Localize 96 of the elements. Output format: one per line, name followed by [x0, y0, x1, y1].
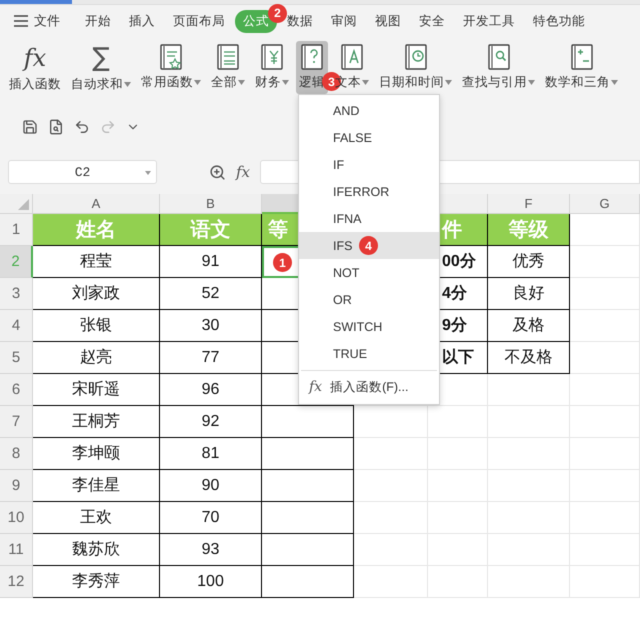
- triangle-icon: [18, 199, 29, 210]
- table-cell: 程莹: [33, 246, 160, 278]
- table-cell: 李秀萍: [33, 566, 160, 598]
- function-icon: fx: [24, 44, 46, 72]
- function-label[interactable]: fx: [236, 163, 250, 181]
- ribbon-tab[interactable]: 开始: [77, 10, 119, 32]
- row-header[interactable]: 12: [0, 566, 33, 598]
- menu-item[interactable]: 插入函数(F)...: [330, 378, 408, 396]
- book-icon: [341, 44, 363, 70]
- header-cell: 等级: [488, 214, 570, 246]
- table-cell: 张银: [33, 310, 160, 342]
- book-icon: [160, 44, 182, 70]
- table-cell: 70: [160, 502, 262, 534]
- ribbon-button[interactable]: ∑ 自动求和: [68, 41, 134, 96]
- table-cell: 100: [160, 566, 262, 598]
- ribbon-button[interactable]: 查找与引用: [459, 41, 538, 94]
- row-header[interactable]: 7: [0, 406, 33, 438]
- column-header[interactable]: B: [160, 194, 262, 214]
- caret-icon: [445, 80, 452, 85]
- ribbon-button[interactable]: 财务: [252, 41, 292, 94]
- caret-icon: [194, 80, 201, 85]
- table-cell: 李坤颐: [33, 438, 160, 470]
- table-cell: 李佳星: [33, 470, 160, 502]
- table-cell: 魏苏欣: [33, 534, 160, 566]
- book-icon: [488, 44, 510, 70]
- column-header[interactable]: A: [33, 194, 160, 214]
- ribbon-tab[interactable]: 审阅: [323, 10, 365, 32]
- undo-icon[interactable]: [74, 119, 90, 135]
- row-header[interactable]: 9: [0, 470, 33, 502]
- table-cell: 刘家政: [33, 278, 160, 310]
- table-cell: 赵亮: [33, 342, 160, 374]
- table-cell: 不及格: [488, 342, 570, 374]
- row-header[interactable]: 8: [0, 438, 33, 470]
- step-badge: 1: [273, 253, 292, 272]
- table-cell: 良好: [488, 278, 570, 310]
- ribbon-button[interactable]: 全部: [208, 41, 248, 94]
- row-header[interactable]: 5: [0, 342, 33, 374]
- ribbon-tab[interactable]: 开发工具: [455, 10, 523, 32]
- step-badge: 4: [359, 236, 378, 255]
- row-header[interactable]: 10: [0, 502, 33, 534]
- caret-icon: [282, 80, 289, 85]
- row-header[interactable]: 11: [0, 534, 33, 566]
- caret-icon: [238, 80, 245, 85]
- ribbon-tab[interactable]: 安全: [411, 10, 453, 32]
- table-cell: 王桐芳: [33, 406, 160, 438]
- file-menu[interactable]: 文件: [14, 10, 66, 32]
- book-icon: [570, 44, 592, 70]
- book-icon: [261, 44, 283, 70]
- print-preview-icon[interactable]: [48, 119, 64, 135]
- book-icon: [404, 44, 426, 70]
- caret-icon: [528, 80, 535, 85]
- ribbon-tab[interactable]: 页面布局: [165, 10, 233, 32]
- table-cell: 宋昕遥: [33, 374, 160, 406]
- row-header[interactable]: 6: [0, 374, 33, 406]
- table-cell: 81: [160, 438, 262, 470]
- save-icon[interactable]: [22, 119, 38, 135]
- header-cell: 姓名: [33, 214, 160, 246]
- menu-icon: [14, 15, 28, 27]
- zoom-icon[interactable]: [209, 164, 226, 180]
- column-header[interactable]: F: [488, 194, 570, 214]
- ribbon-tab[interactable]: 视图: [367, 10, 409, 32]
- table-cell: 优秀: [488, 246, 570, 278]
- menu-item[interactable]: IFERROR: [299, 178, 439, 205]
- book-icon: [301, 44, 323, 70]
- ribbon-button[interactable]: fx 插入函数: [6, 41, 64, 96]
- menu-item[interactable]: FALSE: [299, 124, 439, 151]
- menu-item[interactable]: AND: [299, 97, 439, 124]
- menu-item[interactable]: IF: [299, 151, 439, 178]
- table-cell: 96: [160, 374, 262, 406]
- row-header[interactable]: 4: [0, 310, 33, 342]
- row-header[interactable]: 3: [0, 278, 33, 310]
- header-cell: 语文: [160, 214, 262, 246]
- table-cell: 91: [160, 246, 262, 278]
- caret-icon: [124, 82, 131, 87]
- table-cell: 52: [160, 278, 262, 310]
- function-icon: fx: [309, 379, 322, 395]
- book-icon: [217, 44, 239, 70]
- sum-icon: ∑: [92, 44, 110, 72]
- table-cell: 90: [160, 470, 262, 502]
- column-header[interactable]: G: [570, 194, 640, 214]
- ribbon-button[interactable]: 常用函数: [138, 41, 204, 94]
- ribbon-tab[interactable]: 特色功能: [525, 10, 593, 32]
- table-cell: 及格: [488, 310, 570, 342]
- row-header[interactable]: 1: [0, 214, 33, 246]
- table-cell: 92: [160, 406, 262, 438]
- table-cell: 王欢: [33, 502, 160, 534]
- table-cell: 30: [160, 310, 262, 342]
- caret-icon: [611, 80, 618, 85]
- name-box[interactable]: C2: [8, 160, 157, 184]
- table-cell: 93: [160, 534, 262, 566]
- caret-icon: [362, 80, 369, 85]
- ribbon-button[interactable]: 数学和三角: [542, 41, 621, 94]
- table-cell: 77: [160, 342, 262, 374]
- ribbon-button[interactable]: 日期和时间: [376, 41, 455, 94]
- ribbon-tab[interactable]: 插入: [121, 10, 163, 32]
- menu-item[interactable]: IFS 4: [299, 232, 439, 259]
